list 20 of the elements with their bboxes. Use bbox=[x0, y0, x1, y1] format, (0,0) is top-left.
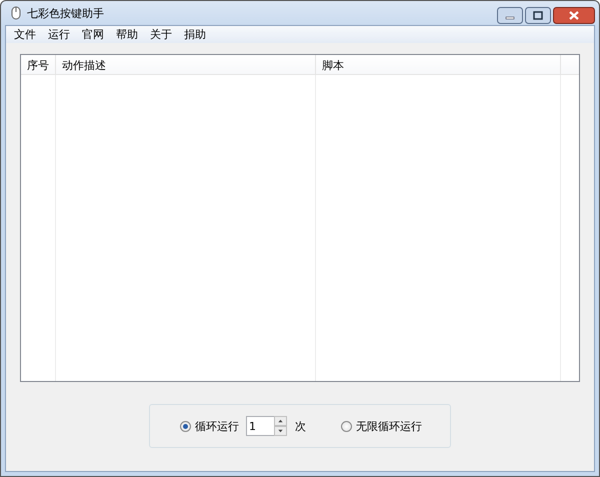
menu-item[interactable]: 运行 bbox=[42, 27, 76, 42]
maximize-button[interactable] bbox=[525, 7, 551, 24]
close-button[interactable] bbox=[553, 7, 595, 24]
radio-button[interactable] bbox=[180, 420, 191, 432]
column-header[interactable]: 动作描述 bbox=[56, 55, 316, 74]
unit-label: 次 bbox=[295, 418, 306, 434]
menu-item[interactable]: 官网 bbox=[76, 27, 110, 42]
column-header[interactable]: 脚本 bbox=[316, 55, 561, 74]
count-field[interactable]: 1 bbox=[246, 416, 274, 436]
radio-button[interactable] bbox=[341, 420, 352, 432]
column-header[interactable]: 序号 bbox=[21, 55, 56, 74]
radio-label[interactable]: 无限循环运行 bbox=[356, 418, 422, 434]
minimize-button[interactable] bbox=[497, 7, 523, 24]
menu-item[interactable]: 帮助 bbox=[110, 27, 144, 42]
window-title: 七彩色按键助手 bbox=[27, 6, 104, 20]
radio-label[interactable]: 循环运行 bbox=[195, 418, 239, 434]
menu-item[interactable]: 关于 bbox=[144, 27, 178, 42]
mouse-icon bbox=[11, 6, 21, 20]
menu-item[interactable]: 文件 bbox=[8, 27, 42, 42]
menu-item[interactable]: 捐助 bbox=[178, 27, 212, 42]
